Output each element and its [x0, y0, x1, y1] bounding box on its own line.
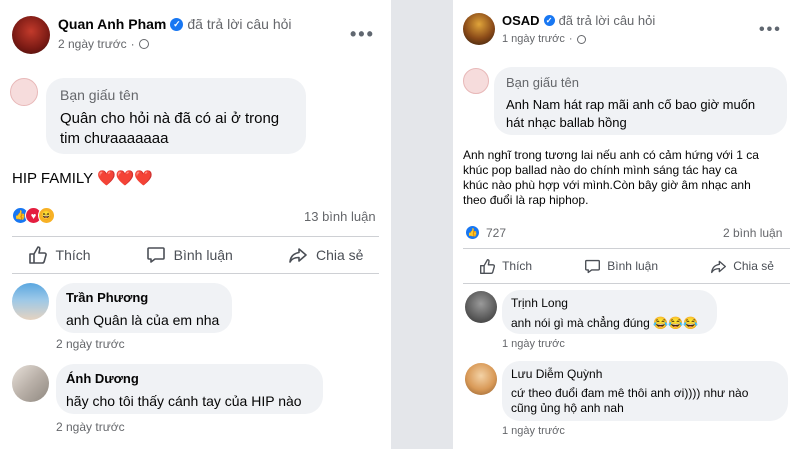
left-post-card: Quan Anh Pham ✓ đã trả lời câu hỏi 2 ngà…	[0, 0, 391, 449]
divider	[12, 273, 379, 274]
comment-text: hãy cho tôi thấy cánh tay của HIP nào	[66, 393, 302, 409]
answer-line: Anh nghĩ trong tương lai nếu anh có cảm …	[463, 148, 759, 162]
commenter-name[interactable]: Trịnh Long	[511, 296, 708, 310]
author-avatar[interactable]	[463, 13, 495, 45]
like-label: Thích	[502, 259, 533, 273]
post-action-text: đã trả lời câu hỏi	[558, 13, 656, 28]
commenter-avatar[interactable]	[12, 365, 49, 402]
comment-text-line2: cũng ủng hộ anh nah	[511, 401, 624, 415]
comments-count[interactable]: 2 bình luận	[723, 226, 782, 240]
author-line: Quan Anh Pham ✓ đã trả lời câu hỏi	[58, 16, 292, 32]
post-meta: 2 ngày trước ·	[58, 37, 292, 51]
globe-icon	[576, 34, 586, 44]
comment-icon	[146, 247, 165, 263]
commenter-avatar[interactable]	[12, 283, 49, 320]
share-icon	[711, 260, 727, 273]
commenter-name[interactable]: Ánh Dương	[66, 371, 313, 386]
verified-badge-icon: ✓	[170, 17, 184, 31]
post-header: OSAD ✓ đã trả lời câu hỏi 1 ngày trước ·	[463, 13, 655, 45]
share-button[interactable]: Chia sẻ	[288, 245, 363, 265]
like-button[interactable]: Thích	[28, 245, 91, 265]
answer-line: khúc pop ballad nào do chính mình sáng t…	[463, 163, 738, 177]
share-button[interactable]: Chia sẻ	[710, 258, 774, 275]
comment-button[interactable]: Bình luận	[584, 258, 658, 275]
question-author: Bạn giấu tên	[60, 87, 139, 103]
like-reaction-icon: 👍	[465, 225, 480, 240]
comments-count[interactable]: 13 bình luận	[304, 209, 376, 224]
comment-icon	[585, 259, 601, 273]
right-post-card: OSAD ✓ đã trả lời câu hỏi 1 ngày trước ·…	[453, 0, 800, 449]
comment-text-line1: cứ theo đuổi đam mê thôi anh ơi)))) như …	[511, 386, 749, 400]
anonymous-avatar	[10, 78, 38, 106]
post-time[interactable]: 1 ngày trước	[502, 33, 565, 45]
question-author: Bạn giấu tên	[506, 75, 580, 90]
comment-text: anh Quân là của em nha	[66, 312, 220, 328]
divider	[463, 283, 790, 284]
comment-time[interactable]: 1 ngày trước	[502, 338, 565, 350]
anonymous-avatar	[463, 68, 489, 94]
like-icon	[28, 246, 47, 264]
question-text-line1: Anh Nam hát rap mãi anh cố bao giờ muốn	[506, 97, 756, 112]
globe-icon	[138, 39, 149, 49]
comment-bubble: Ánh Dương hãy cho tôi thấy cánh tay của …	[56, 364, 323, 414]
author-avatar[interactable]	[12, 16, 50, 54]
comment-text: anh nói gì mà chẳng đúng 😂😂😂	[511, 316, 698, 330]
commenter-avatar[interactable]	[465, 291, 497, 323]
divider	[12, 236, 379, 237]
post-header: Quan Anh Pham ✓ đã trả lời câu hỏi 2 ngà…	[12, 16, 292, 54]
question-text-line1: Quân cho hỏi nà đã có ai ở trong	[60, 110, 280, 127]
question-text-line2: tim chưaaaaaaa	[60, 130, 169, 147]
answer-line: khúc nào phù hợp với mình.Còn bây giờ âm…	[463, 178, 751, 192]
action-bar: Thích Bình luận Chia sẻ	[453, 251, 800, 281]
dot-separator: ·	[130, 37, 135, 51]
answer-text: Anh nghĩ trong tương lai nếu anh có cảm …	[463, 148, 759, 208]
share-icon	[289, 248, 307, 263]
like-button[interactable]: Thích	[479, 258, 532, 275]
answer-text: HIP FAMILY ❤️❤️❤️	[12, 170, 154, 187]
author-name[interactable]: Quan Anh Pham	[58, 16, 166, 32]
comment-label: Bình luận	[607, 259, 659, 273]
comment-time[interactable]: 1 ngày trước	[502, 425, 565, 437]
share-label: Chia sẻ	[315, 247, 364, 263]
share-label: Chia sẻ	[733, 259, 774, 273]
question-bubble: Bạn giấu tên Anh Nam hát rap mãi anh cố …	[494, 67, 787, 135]
reactions-count: 727	[486, 225, 507, 240]
commenter-name[interactable]: Lưu Diễm Quỳnh	[511, 367, 779, 381]
question-bubble: Bạn giấu tên Quân cho hỏi nà đã có ai ở …	[46, 78, 306, 154]
reaction-summary[interactable]: 👍 727	[465, 225, 506, 240]
commenter-avatar[interactable]	[465, 363, 497, 395]
divider	[463, 248, 790, 249]
comment-bubble: Trần Phương anh Quân là của em nha	[56, 283, 232, 333]
comment-label: Bình luận	[173, 247, 233, 263]
commenter-name[interactable]: Trần Phương	[66, 290, 222, 305]
like-icon	[480, 258, 496, 274]
haha-reaction-icon: 😆	[38, 207, 55, 224]
dot-separator: ·	[568, 33, 573, 45]
reaction-icons[interactable]: 👍 ♥ 😆	[12, 207, 55, 224]
question-text-line2: hát nhạc ballab hồng	[506, 115, 627, 130]
more-options-icon[interactable]: •••	[350, 24, 375, 45]
action-bar: Thích Bình luận Chia sẻ	[0, 238, 391, 272]
comment-time[interactable]: 2 ngày trước	[56, 337, 125, 351]
comment-bubble: Trịnh Long anh nói gì mà chẳng đúng 😂😂😂	[502, 290, 717, 334]
like-label: Thích	[55, 247, 91, 263]
author-name[interactable]: OSAD	[502, 13, 540, 28]
comment-button[interactable]: Bình luận	[146, 245, 233, 265]
comment-time[interactable]: 2 ngày trước	[56, 420, 125, 434]
comment-bubble: Lưu Diễm Quỳnh cứ theo đuổi đam mê thôi …	[502, 361, 788, 421]
more-options-icon[interactable]: •••	[759, 21, 782, 39]
post-meta: 1 ngày trước ·	[502, 33, 655, 45]
author-line: OSAD ✓ đã trả lời câu hỏi	[502, 13, 655, 28]
answer-line: theo đuổi là rap hiphop.	[463, 193, 589, 207]
post-action-text: đã trả lời câu hỏi	[187, 16, 292, 32]
verified-badge-icon: ✓	[543, 15, 555, 26]
post-time[interactable]: 2 ngày trước	[58, 37, 127, 51]
